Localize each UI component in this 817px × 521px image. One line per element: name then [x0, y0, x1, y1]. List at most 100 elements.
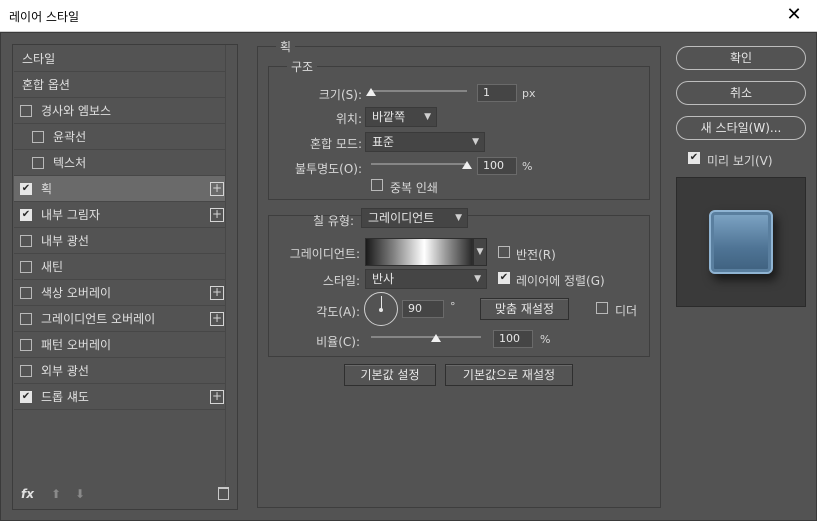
style-item[interactable]: 혼합 옵션: [14, 72, 226, 98]
size-input[interactable]: 1: [477, 84, 517, 102]
style-item-checkbox[interactable]: [32, 156, 44, 169]
overprint-checkbox[interactable]: [371, 179, 383, 191]
opacity-input[interactable]: 100: [477, 157, 517, 175]
style-item[interactable]: 패턴 오버레이: [14, 332, 226, 358]
size-slider-thumb[interactable]: [366, 88, 376, 96]
angle-dial[interactable]: [364, 292, 398, 326]
angle-input[interactable]: 90: [402, 300, 444, 318]
preview-label: 미리 보기(V): [707, 154, 773, 168]
fill-type-label: 칠 유형:: [313, 214, 354, 228]
style-value: 반사: [372, 272, 395, 286]
style-item-label: 드롭 섀도: [41, 390, 89, 404]
style-item[interactable]: ✔ 내부 그림자 +: [14, 202, 226, 228]
style-item-checkbox[interactable]: [20, 364, 32, 377]
make-default-button[interactable]: 기본값 설정: [344, 364, 436, 386]
reset-to-default-button[interactable]: 기본값으로 재설정: [445, 364, 573, 386]
title-bar: 레이어 스타일 ✕: [0, 0, 817, 32]
style-item-label: 새틴: [41, 260, 64, 274]
styles-list: 스타일혼합 옵션경사와 엠보스윤곽선텍스처 ✔ 획 + ✔ 내부 그림자 + 내부 광선새틴색…: [14, 46, 226, 410]
style-item-label: 그레이디언트 오버레이: [41, 312, 156, 326]
align-with-layer-checkbox[interactable]: ✔: [498, 272, 510, 284]
style-item[interactable]: 색상 오버레이 +: [14, 280, 226, 306]
blend-mode-dropdown[interactable]: 표준 ▼: [365, 132, 485, 152]
style-item-label: 외부 광선: [41, 364, 89, 378]
style-dropdown[interactable]: 반사 ▼: [365, 269, 487, 289]
chevron-down-icon: ▼: [424, 112, 431, 122]
style-item[interactable]: 텍스처: [14, 150, 226, 176]
align-with-layer-label: 레이어에 정렬(G): [516, 274, 605, 288]
add-effect-icon[interactable]: +: [210, 208, 224, 222]
style-item-checkbox[interactable]: [20, 286, 32, 299]
style-item-checkbox[interactable]: ✔: [20, 182, 32, 195]
style-item[interactable]: ✔ 획 +: [14, 176, 226, 202]
opacity-slider-thumb[interactable]: [462, 161, 472, 169]
angle-label: 각도(A):: [316, 305, 360, 319]
style-item-checkbox[interactable]: [20, 312, 32, 325]
trash-icon[interactable]: [218, 487, 229, 500]
add-effect-icon[interactable]: +: [210, 286, 224, 300]
position-label: 위치:: [335, 112, 362, 126]
dither-checkbox[interactable]: [596, 302, 608, 314]
gradient-swatch[interactable]: [365, 238, 473, 266]
ok-button[interactable]: 확인: [676, 46, 806, 70]
scale-unit: %: [540, 333, 551, 346]
add-effect-icon[interactable]: +: [210, 312, 224, 326]
style-item[interactable]: 윤곽선: [14, 124, 226, 150]
scale-input[interactable]: 100: [493, 330, 533, 348]
style-item[interactable]: 경사와 엠보스: [14, 98, 226, 124]
style-item[interactable]: 새틴: [14, 254, 226, 280]
chevron-down-icon[interactable]: ▼: [473, 238, 487, 266]
fill-type-dropdown[interactable]: 그레이디언트 ▼: [361, 208, 468, 228]
opacity-slider-track[interactable]: [371, 163, 467, 165]
preview-checkbox[interactable]: ✔: [688, 152, 700, 164]
add-effect-icon[interactable]: +: [210, 182, 224, 196]
style-item-checkbox[interactable]: [20, 338, 32, 351]
structure-group-title: 구조: [291, 60, 314, 74]
style-item-checkbox[interactable]: [20, 104, 32, 117]
cancel-button[interactable]: 취소: [676, 81, 806, 105]
style-item-label: 획: [41, 182, 53, 196]
scale-label: 비율(C):: [316, 335, 360, 349]
style-item-checkbox[interactable]: [32, 130, 44, 143]
add-effect-icon[interactable]: +: [210, 390, 224, 404]
styles-list-scrollbar[interactable]: [225, 45, 237, 485]
preview-tile: [709, 210, 773, 274]
style-item[interactable]: 내부 광선: [14, 228, 226, 254]
size-slider-track[interactable]: [371, 90, 467, 92]
angle-hub: [379, 308, 383, 312]
scale-slider-track[interactable]: [371, 336, 481, 338]
style-item[interactable]: ✔ 드롭 섀도 +: [14, 384, 226, 410]
style-item-label: 패턴 오버레이: [41, 338, 112, 352]
close-icon[interactable]: ✕: [771, 0, 817, 32]
position-dropdown[interactable]: 바깥쪽 ▼: [365, 107, 437, 127]
reverse-checkbox[interactable]: [498, 246, 510, 258]
move-down-icon[interactable]: ⬇: [75, 487, 85, 501]
style-item-label: 윤곽선: [53, 130, 87, 144]
fx-icon[interactable]: fx: [21, 487, 34, 501]
style-item[interactable]: 그레이디언트 오버레이 +: [14, 306, 226, 332]
blend-mode-label: 혼합 모드:: [309, 137, 362, 151]
style-label: 스타일:: [322, 274, 360, 288]
move-up-icon[interactable]: ⬆: [51, 487, 61, 501]
style-item-label: 내부 그림자: [41, 208, 101, 222]
structure-group: 구조: [268, 58, 650, 200]
style-item[interactable]: 스타일: [14, 46, 226, 72]
chevron-down-icon: ▼: [472, 137, 479, 147]
styles-list-panel: 스타일혼합 옵션경사와 엠보스윤곽선텍스처 ✔ 획 + ✔ 내부 그림자 + 내부 광선새틴색…: [12, 44, 238, 510]
chevron-down-icon: ▼: [474, 274, 481, 284]
reset-alignment-button[interactable]: 맞춤 재설정: [480, 298, 569, 320]
dither-label: 디더: [615, 304, 638, 318]
style-item-checkbox[interactable]: [20, 234, 32, 247]
opacity-label: 불투명도(O):: [294, 162, 362, 176]
style-item-label: 경사와 엠보스: [41, 104, 112, 118]
style-item-label: 색상 오버레이: [41, 286, 112, 300]
fill-type-value: 그레이디언트: [368, 211, 435, 225]
style-item-checkbox[interactable]: ✔: [20, 390, 32, 403]
style-item-checkbox[interactable]: [20, 260, 32, 273]
new-style-button[interactable]: 새 스타일(W)...: [676, 116, 806, 140]
scale-slider-thumb[interactable]: [431, 334, 441, 342]
style-item-checkbox[interactable]: ✔: [20, 208, 32, 221]
style-item[interactable]: 외부 광선: [14, 358, 226, 384]
style-item-label: 스타일: [22, 52, 56, 66]
reverse-label: 반전(R): [516, 248, 556, 262]
